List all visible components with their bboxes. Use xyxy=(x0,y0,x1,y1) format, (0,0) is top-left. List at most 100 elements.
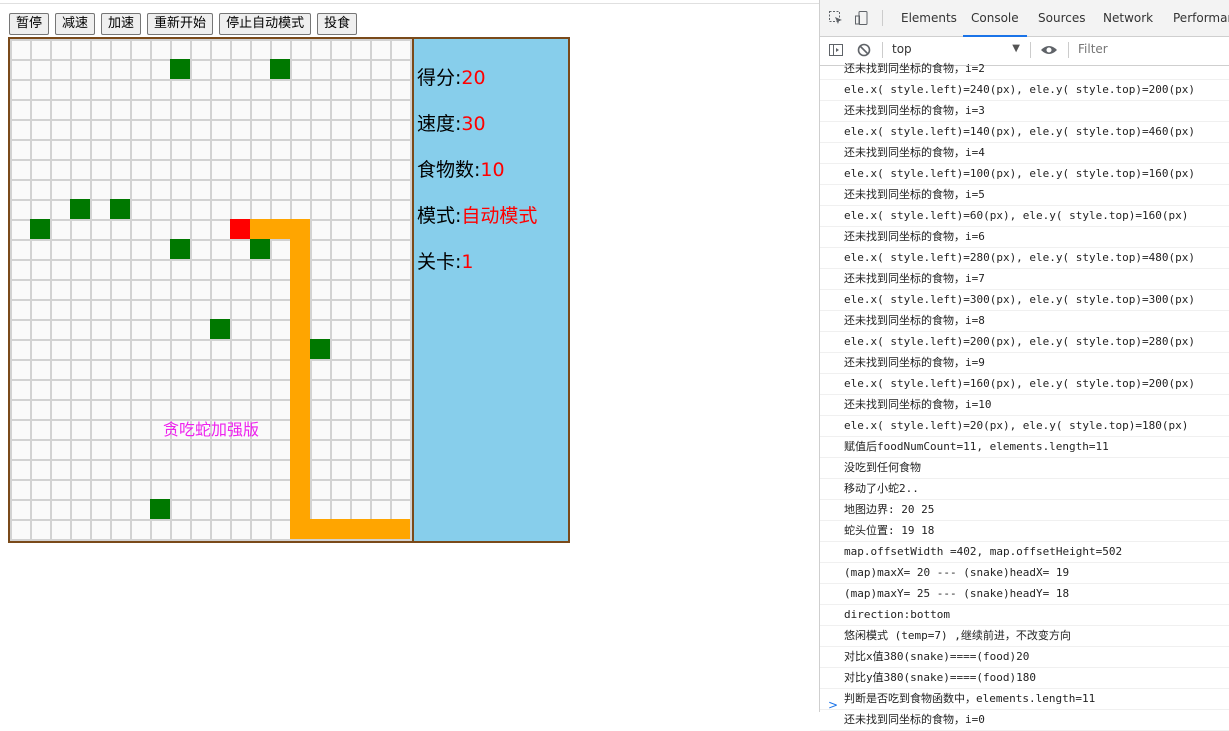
speed-stat: 速度:30 xyxy=(417,109,486,136)
console-message: 赋值后foodNumCount=11, elements.length=11 xyxy=(820,437,1229,458)
food-stat: 食物数:10 xyxy=(417,155,505,182)
snake-body-segment xyxy=(310,519,330,539)
snake-body-segment xyxy=(290,459,310,479)
tab-elements[interactable]: Elements xyxy=(901,0,957,36)
food-cell xyxy=(250,239,270,259)
tab-network[interactable]: Network xyxy=(1103,0,1153,36)
tab-console[interactable]: Console xyxy=(963,0,1027,37)
console-message: 还未找到同坐标的食物，i=8 xyxy=(820,311,1229,332)
feed-button[interactable]: 投食 xyxy=(317,13,358,35)
snake-body-segment xyxy=(290,399,310,419)
restart-button[interactable]: 重新开始 xyxy=(147,13,214,35)
eye-icon[interactable] xyxy=(1040,42,1057,58)
console-message: 对比x值380(snake)====(food)20 xyxy=(820,647,1229,668)
food-cell xyxy=(210,319,230,339)
console-message: ele.x( style.left)=20(px), ele.y( style.… xyxy=(820,416,1229,437)
snake-body-segment xyxy=(330,519,350,539)
console-message: 还未找到同坐标的食物，i=9 xyxy=(820,353,1229,374)
console-message: 还未找到同坐标的食物，i=0 xyxy=(820,710,1229,731)
food-cell xyxy=(110,199,130,219)
game-controls: 暂停 减速 加速 重新开始 停止自动模式 投食 xyxy=(9,13,363,37)
console-message: ele.x( style.left)=240(px), ele.y( style… xyxy=(820,80,1229,101)
console-prompt[interactable]: > xyxy=(828,698,838,712)
snake-body-segment xyxy=(290,299,310,319)
device-toolbar-icon[interactable] xyxy=(854,10,870,26)
score-value: 20 xyxy=(461,67,486,89)
clear-console-icon[interactable] xyxy=(856,42,872,58)
console-message: ele.x( style.left)=160(px), ele.y( style… xyxy=(820,374,1229,395)
tab-performance[interactable]: Performanc xyxy=(1173,0,1229,36)
console-message: ele.x( style.left)=140(px), ele.y( style… xyxy=(820,122,1229,143)
devtools-tabbar: Elements Console Sources Network Perform… xyxy=(820,0,1229,37)
pause-button[interactable]: 暂停 xyxy=(9,13,50,35)
snake-body-segment xyxy=(270,219,290,239)
slow-down-button[interactable]: 减速 xyxy=(55,13,96,35)
speed-value: 30 xyxy=(461,113,486,135)
snake-body-segment xyxy=(290,259,310,279)
console-message: (map)maxX= 20 --- (snake)headX= 19 xyxy=(820,563,1229,584)
console-message: 没吃到任何食物 xyxy=(820,458,1229,479)
score-stat: 得分:20 xyxy=(417,63,486,90)
snake-head xyxy=(230,219,250,239)
level-label: 关卡: xyxy=(417,251,462,273)
console-message: 蛇头位置: 19 18 xyxy=(820,521,1229,542)
filter-input[interactable] xyxy=(1078,40,1218,58)
console-message: 还未找到同坐标的食物，i=5 xyxy=(820,185,1229,206)
context-selector[interactable]: top ▼ xyxy=(892,40,1020,58)
console-message: 还未找到同坐标的食物，i=10 xyxy=(820,395,1229,416)
console-message: 还未找到同坐标的食物，i=3 xyxy=(820,101,1229,122)
console-message: 还未找到同坐标的食物，i=6 xyxy=(820,227,1229,248)
console-log: 还未找到同坐标的食物，i=2 ele.x( style.left)=240(px)… xyxy=(820,59,1229,731)
speed-up-button[interactable]: 加速 xyxy=(101,13,142,35)
console-message: ele.x( style.left)=60(px), ele.y( style.… xyxy=(820,206,1229,227)
snake-body-segment xyxy=(250,219,270,239)
snake-body-segment xyxy=(290,479,310,499)
food-cell xyxy=(270,59,290,79)
dropdown-arrow-icon: ▼ xyxy=(1012,43,1020,54)
page-top-divider xyxy=(0,3,819,4)
console-message: ele.x( style.left)=200(px), ele.y( style… xyxy=(820,332,1229,353)
tabbar-separator xyxy=(882,10,883,26)
food-cell xyxy=(170,239,190,259)
snake-body-segment xyxy=(290,499,310,519)
game-title-watermark: 贪吃蛇加强版 xyxy=(163,420,260,439)
console-message: direction:bottom xyxy=(820,605,1229,626)
toolbar-separator xyxy=(882,42,883,58)
console-message: 还未找到同坐标的食物，i=2 xyxy=(820,59,1229,80)
sidebar-toggle-icon[interactable] xyxy=(828,42,844,58)
console-message: ele.x( style.left)=300(px), ele.y( style… xyxy=(820,290,1229,311)
speed-label: 速度: xyxy=(417,113,462,135)
console-message: ele.x( style.left)=100(px), ele.y( style… xyxy=(820,164,1229,185)
snake-body-segment xyxy=(370,519,390,539)
game-map: 贪吃蛇加强版 xyxy=(8,37,414,543)
toolbar-separator-2 xyxy=(1030,42,1031,58)
level-stat: 关卡:1 xyxy=(417,247,474,274)
mode-label: 模式: xyxy=(417,205,462,227)
inspect-icon[interactable] xyxy=(828,10,844,26)
toolbar-separator-3 xyxy=(1068,42,1069,58)
console-message: map.offsetWidth =402, map.offsetHeight=5… xyxy=(820,542,1229,563)
snake-body-segment xyxy=(290,359,310,379)
snake-body-segment xyxy=(290,419,310,439)
snake-body-segment xyxy=(350,519,370,539)
food-cell xyxy=(170,59,190,79)
tab-sources[interactable]: Sources xyxy=(1038,0,1085,36)
console-message: 对比y值380(snake)====(food)180 xyxy=(820,668,1229,689)
snake-body-segment xyxy=(290,339,310,359)
mode-value: 自动模式 xyxy=(461,205,538,227)
food-cell xyxy=(310,339,330,359)
console-message: 悠闲模式 (temp=7) ,继续前进，不改变方向 xyxy=(820,626,1229,647)
console-message: (map)maxY= 25 --- (snake)headY= 18 xyxy=(820,584,1229,605)
console-message: 判断是否吃到食物函数中，elements.length=11 xyxy=(820,689,1229,710)
devtools-panel: Elements Console Sources Network Perform… xyxy=(819,0,1229,731)
level-value: 1 xyxy=(461,251,474,273)
snake-body-segment xyxy=(290,519,310,539)
stop-auto-mode-button[interactable]: 停止自动模式 xyxy=(219,13,312,35)
snake-body-segment xyxy=(290,379,310,399)
snake-body-segment xyxy=(290,439,310,459)
snake-body-segment xyxy=(290,279,310,299)
snake-body-segment xyxy=(290,219,310,239)
console-message: ele.x( style.left)=280(px), ele.y( style… xyxy=(820,248,1229,269)
snake-body-segment xyxy=(290,239,310,259)
status-panel: 得分:20 速度:30 食物数:10 模式:自动模式 关卡:1 xyxy=(412,37,570,543)
